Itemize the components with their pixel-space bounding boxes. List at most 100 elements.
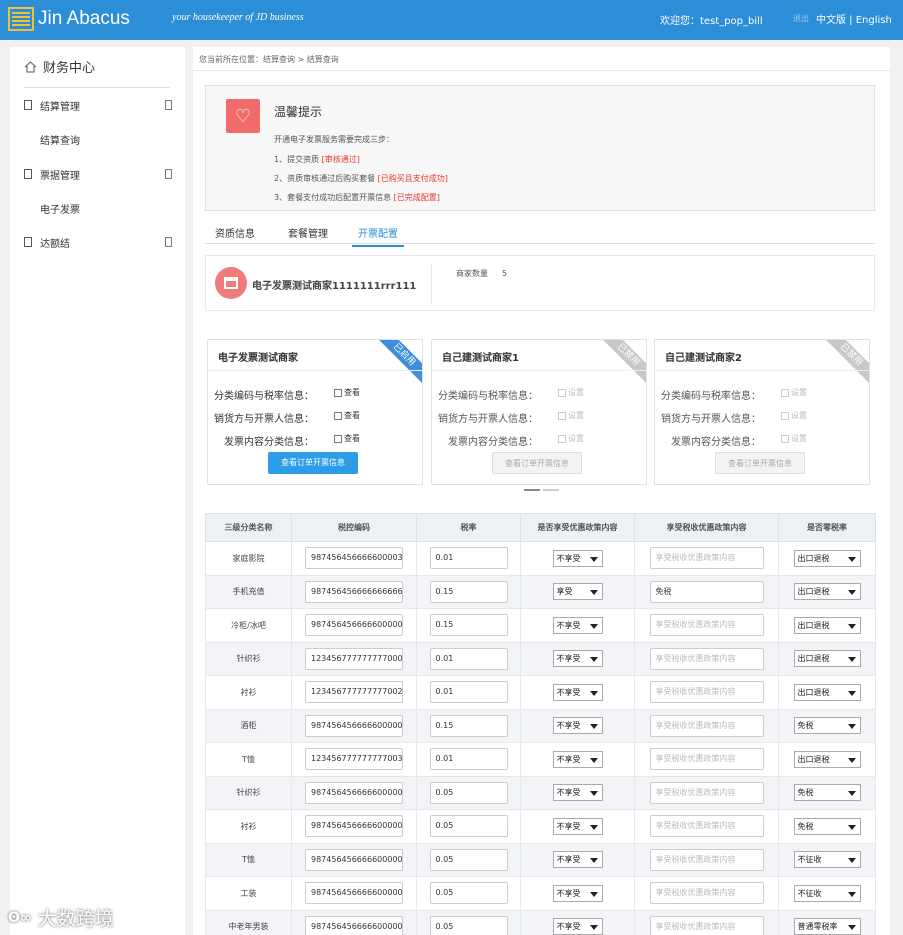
zero-rate-select[interactable]: 出口退税 — [793, 549, 861, 567]
policy-input[interactable]: 享受税收优惠政策内容 — [649, 848, 764, 871]
policy-cell: 享受税收优惠政策内容 — [634, 909, 779, 935]
settings-checkbox[interactable]: 设置 — [558, 410, 584, 421]
settings-checkbox[interactable]: 设置 — [781, 433, 807, 444]
zero-rate-select[interactable]: 出口退税 — [793, 583, 861, 601]
zero-rate-select[interactable]: 普通零税率 — [793, 918, 861, 935]
preference-select[interactable]: 不享受 — [552, 851, 603, 869]
category-name: T恤 — [205, 842, 292, 877]
tax-rate-input[interactable]: 0.05 — [429, 815, 508, 838]
policy-input[interactable]: 享受税收优惠政策内容 — [649, 714, 764, 737]
zero-rate-select[interactable]: 出口退税 — [793, 650, 861, 668]
policy-input[interactable]: 享受税收优惠政策内容 — [649, 882, 764, 905]
preference-select[interactable]: 不享受 — [552, 616, 603, 634]
tax-code-input[interactable]: 987456456666600000 — [305, 714, 403, 737]
preference-select[interactable]: 不享受 — [552, 750, 603, 768]
settings-checkbox[interactable]: 设置 — [781, 410, 807, 421]
tax-code-input[interactable]: 987456456666600003 — [305, 547, 403, 570]
card-row-label: 销货方与开票人信息： — [438, 414, 538, 425]
language-switch[interactable]: 中文版 | English — [816, 11, 892, 26]
tax-rate-input[interactable]: 0.01 — [429, 547, 508, 570]
zero-rate-select[interactable]: 免税 — [793, 784, 861, 802]
tax-rate-input[interactable]: 0.05 — [429, 781, 508, 804]
preference-select[interactable]: 不享受 — [552, 817, 603, 835]
tax-code-input[interactable]: 987456456666600000 — [305, 915, 403, 935]
sidebar-title[interactable]: 财务中心 — [24, 57, 95, 76]
tax-rate-input[interactable]: 0.05 — [429, 915, 508, 935]
view-order-invoice-button[interactable]: 查看订单开票信息 — [715, 452, 805, 474]
tax-rate-cell: 0.05 — [416, 809, 521, 844]
preference-select[interactable]: 不享受 — [552, 918, 603, 935]
logout-link[interactable]: 退出 — [793, 13, 809, 24]
policy-cell: 享受税收优惠政策内容 — [634, 809, 779, 844]
view-checkbox[interactable]: 查看 — [334, 410, 360, 421]
pager-dot[interactable] — [543, 489, 559, 491]
tax-rate-input[interactable]: 0.15 — [429, 580, 508, 603]
tax-code-input[interactable]: 987456456666600000 — [305, 781, 403, 804]
pager-dot[interactable] — [524, 489, 540, 491]
policy-input[interactable]: 享受税收优惠政策内容 — [649, 815, 764, 838]
settings-checkbox[interactable]: 设置 — [558, 433, 584, 444]
tax-code-cell: 987456456666600003 — [291, 541, 417, 576]
tax-rate-input[interactable]: 0.01 — [429, 748, 508, 771]
tax-rate-input[interactable]: 0.05 — [429, 848, 508, 871]
policy-input[interactable]: 享受税收优惠政策内容 — [649, 915, 764, 935]
policy-input[interactable]: 享受税收优惠政策内容 — [649, 547, 764, 570]
policy-input[interactable]: 享受税收优惠政策内容 — [649, 681, 764, 704]
zero-rate-select[interactable]: 出口退税 — [793, 616, 861, 634]
tab-package[interactable]: 套餐管理 — [288, 225, 328, 240]
tax-rate-input[interactable]: 0.15 — [429, 614, 508, 637]
settings-checkbox[interactable]: 设置 — [558, 387, 584, 398]
abacus-logo-icon — [8, 7, 34, 31]
view-checkbox[interactable]: 查看 — [334, 433, 360, 444]
merchant-summary: 电子发票测试商家1111111rrr111 商家数量 5 — [205, 255, 875, 311]
tax-code-input[interactable]: 987456456666600000 — [305, 614, 403, 637]
zero-rate-select[interactable]: 不征收 — [793, 851, 861, 869]
sidebar-sub-settlement-query[interactable]: 结算查询 — [40, 132, 80, 147]
tax-rate-input[interactable]: 0.15 — [429, 714, 508, 737]
policy-input[interactable]: 享受税收优惠政策内容 — [649, 647, 764, 670]
tax-code-input[interactable]: 987456456666666666 — [305, 580, 403, 603]
carousel-pager[interactable] — [524, 489, 559, 491]
view-order-invoice-button[interactable]: 查看订单开票信息 — [492, 452, 582, 474]
tax-rate-input[interactable]: 0.01 — [429, 647, 508, 670]
home-icon — [24, 60, 37, 72]
tax-code-input[interactable]: 123456777777777003 — [305, 748, 403, 771]
sidebar-item-daejie[interactable]: 达额结 — [24, 235, 174, 250]
zero-rate-select[interactable]: 不征收 — [793, 884, 861, 902]
preference-select[interactable]: 不享受 — [552, 683, 603, 701]
tax-rate-input[interactable]: 0.05 — [429, 882, 508, 905]
tax-code-input[interactable]: 987456456666600000 — [305, 815, 403, 838]
checkbox-icon — [781, 388, 789, 397]
zero-rate-select[interactable]: 出口退税 — [793, 683, 861, 701]
zero-rate-select[interactable]: 免税 — [793, 717, 861, 735]
card-divider — [208, 370, 422, 371]
tax-rate-cell: 0.01 — [416, 641, 521, 676]
policy-input[interactable]: 享受税收优惠政策内容 — [649, 748, 764, 771]
policy-input[interactable]: 享受税收优惠政策内容 — [649, 781, 764, 804]
sidebar-sub-e-invoice[interactable]: 电子发票 — [40, 201, 80, 216]
view-order-invoice-button[interactable]: 查看订单开票信息 — [268, 452, 358, 474]
tab-invoice-config[interactable]: 开票配置 — [352, 225, 404, 247]
tax-code-input[interactable]: 987456456666600000 — [305, 848, 403, 871]
preference-select[interactable]: 不享受 — [552, 717, 603, 735]
tip-panel: ♡ 温馨提示 开通电子发票服务需要完成三步： 1、提交资质 [审核通过] 2、资… — [205, 85, 875, 211]
policy-input[interactable]: 免税 — [649, 580, 764, 603]
preference-select[interactable]: 不享受 — [552, 549, 603, 567]
policy-input[interactable]: 享受税收优惠政策内容 — [649, 614, 764, 637]
sidebar-item-invoice[interactable]: 票据管理 — [24, 167, 174, 182]
zero-rate-select[interactable]: 免税 — [793, 817, 861, 835]
settings-checkbox[interactable]: 设置 — [781, 387, 807, 398]
view-checkbox[interactable]: 查看 — [334, 387, 360, 398]
preference-select[interactable]: 不享受 — [552, 784, 603, 802]
zero-rate-select[interactable]: 出口退税 — [793, 750, 861, 768]
tab-qualification[interactable]: 资质信息 — [215, 225, 255, 240]
preference-select[interactable]: 享受 — [552, 583, 603, 601]
tax-code-input[interactable]: 987456456666600000 — [305, 882, 403, 905]
preference-select[interactable]: 不享受 — [552, 884, 603, 902]
tax-rate-input[interactable]: 0.01 — [429, 681, 508, 704]
sidebar-item-settlement[interactable]: 结算管理 — [24, 98, 174, 113]
preference-select[interactable]: 不享受 — [552, 650, 603, 668]
tax-code-input[interactable]: 123456777777777002 — [305, 681, 403, 704]
logo[interactable]: Jin Abacus — [8, 7, 130, 31]
tax-code-input[interactable]: 123456777777777000 — [305, 647, 403, 670]
